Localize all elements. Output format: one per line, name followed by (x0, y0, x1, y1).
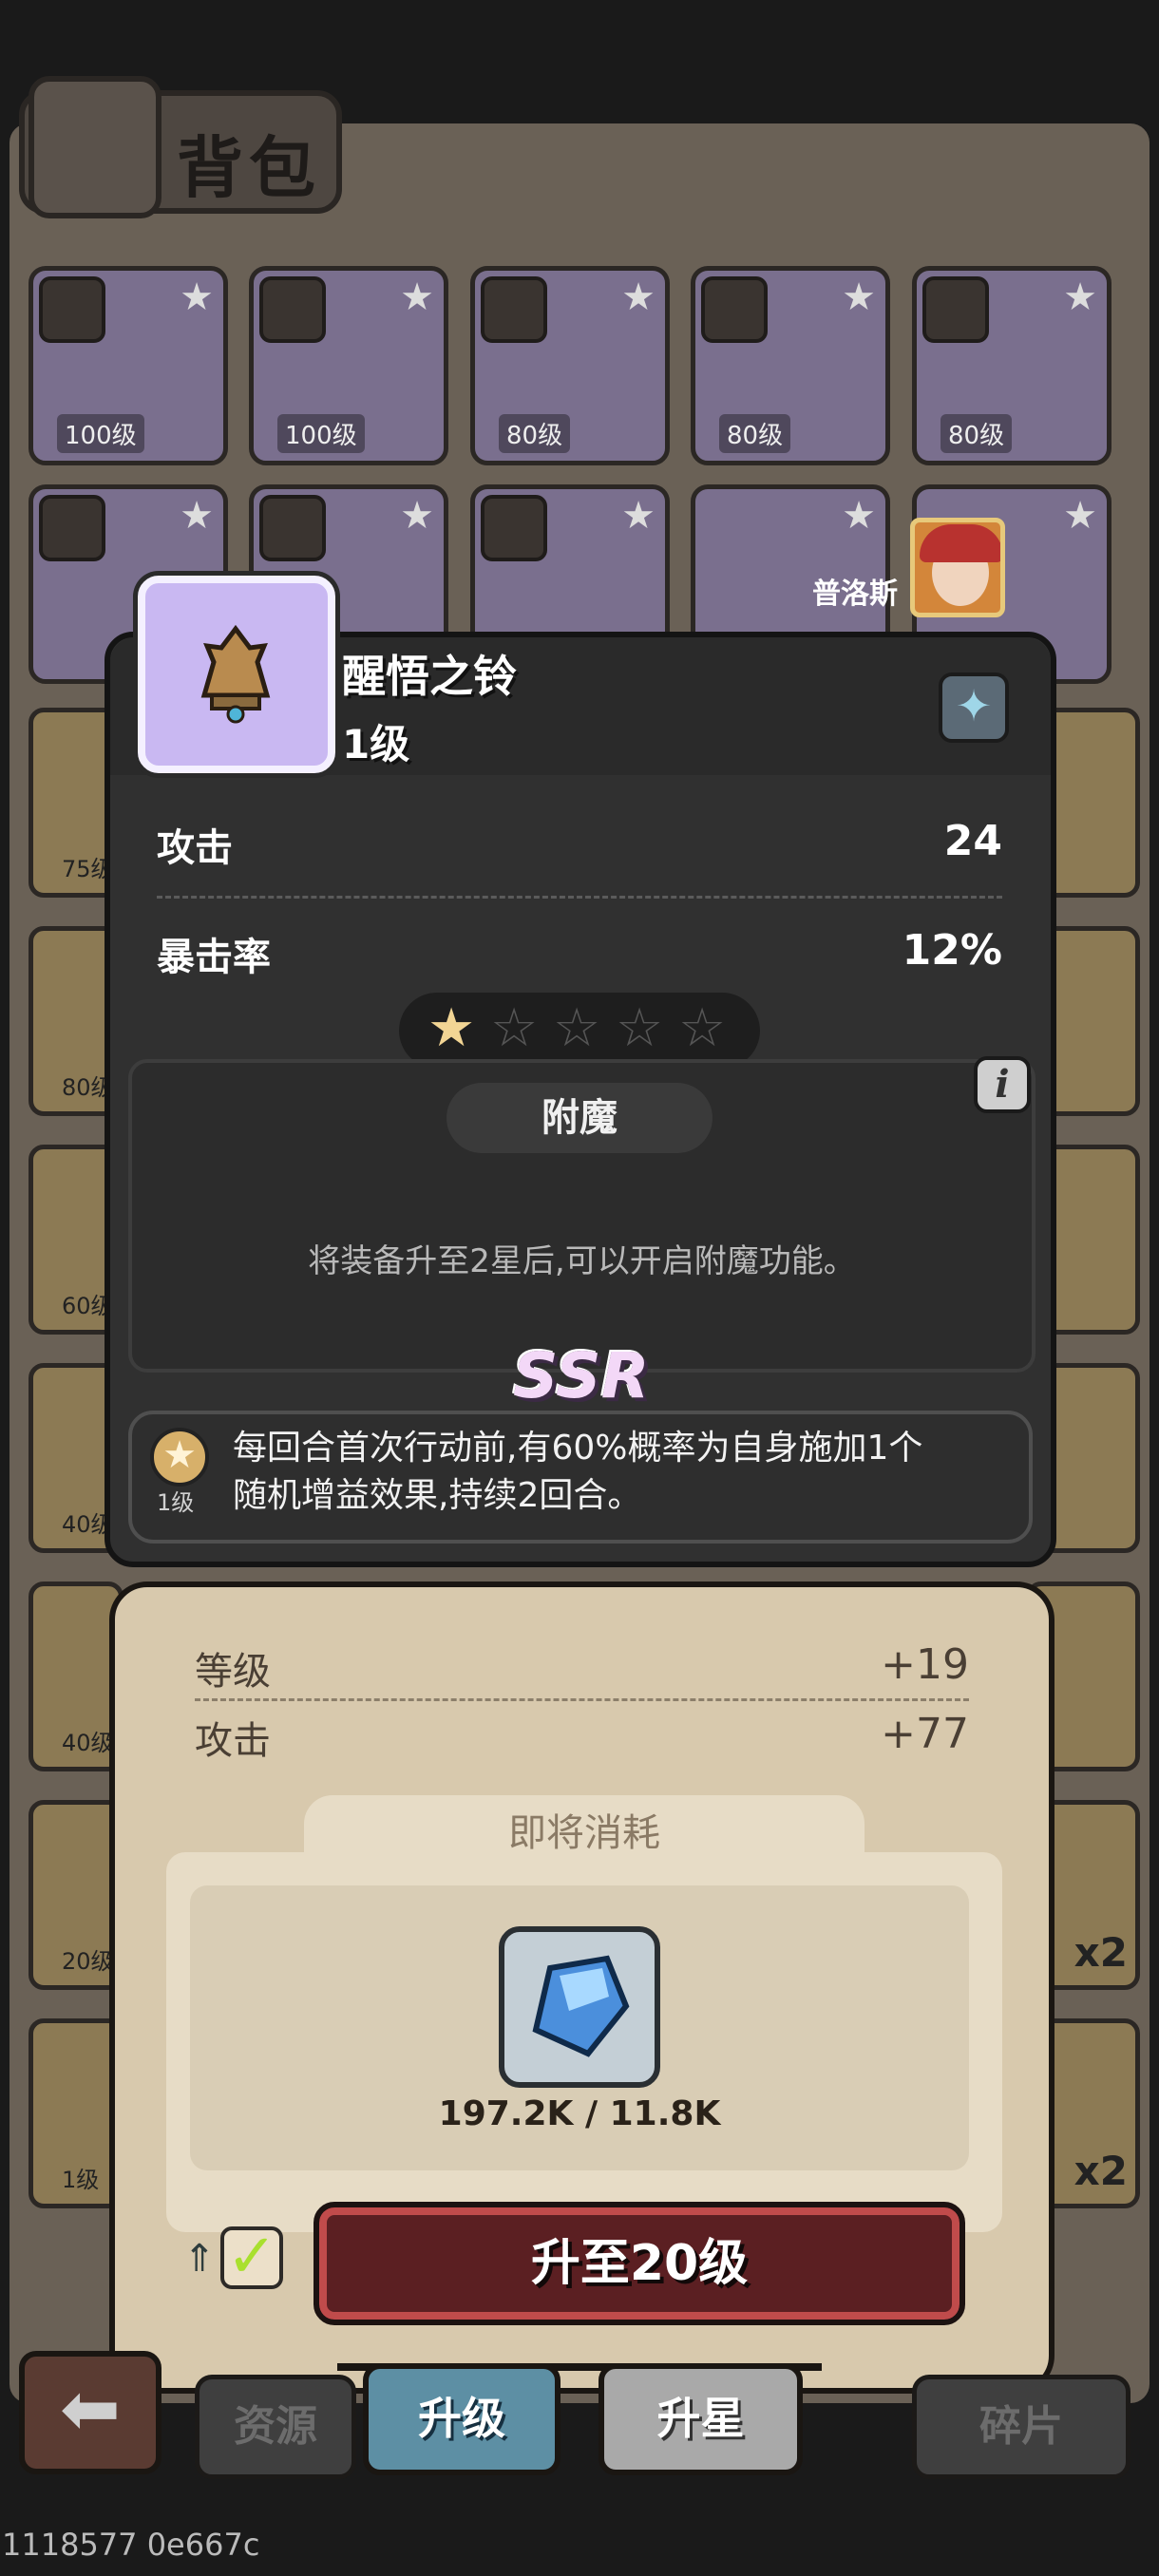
hero-mini-avatar (481, 276, 547, 343)
star-icon: ★ (621, 494, 656, 538)
star-empty-icon: ☆ (616, 997, 664, 1059)
star-icon: ★ (400, 494, 434, 538)
tab-label: 升级 (418, 2393, 505, 2444)
skill-text-line: 随机增益效果,持续2回合。 (233, 1476, 642, 1515)
crystal-icon (532, 1955, 630, 2057)
skill-level: 1级 (157, 1489, 195, 1516)
slot-level: 100级 (277, 414, 365, 453)
slot-level: 100级 (57, 414, 144, 453)
star-icon: ★ (842, 494, 876, 538)
hero-mini-avatar (259, 276, 326, 343)
info-button[interactable]: i (974, 1056, 1031, 1113)
stat-value: 24 (943, 817, 1002, 865)
stat-label: 暴击率 (157, 936, 271, 979)
stat-divider (157, 896, 1002, 899)
hero-mini-avatar (259, 495, 326, 561)
upgrade-value: +19 (881, 1640, 969, 1689)
star-icon: ★ (180, 275, 214, 319)
hero-avatar[interactable] (910, 518, 1005, 617)
item-count-badge: x2 (1074, 2148, 1128, 2194)
item-level: 1级 (342, 721, 410, 767)
auto-select-checkbox[interactable]: ✓ (220, 2226, 283, 2289)
star-icon: ★ (1063, 494, 1097, 538)
star-rating: ★ ☆ ☆ ☆ ☆ (399, 993, 760, 1069)
item-name: 醒悟之铃 (342, 651, 517, 702)
star-icon: ★ (400, 275, 434, 319)
stat-row-crit: 暴击率 12% (157, 926, 1002, 983)
tab-fragments[interactable]: 碎片 (912, 2375, 1130, 2479)
inventory-slot[interactable]: ★ 80级 (691, 266, 890, 465)
back-arrow-icon[interactable] (19, 2351, 162, 2474)
consume-count: 197.2K / 11.8K (438, 2094, 721, 2133)
enchant-title: 附魔 (446, 1083, 712, 1153)
element-icon[interactable] (939, 672, 1009, 743)
upgrade-row-attack: 攻击 +77 (195, 1710, 969, 1763)
star-empty-icon: ☆ (490, 997, 539, 1059)
star-icon: ★ (180, 494, 214, 538)
hero-mini-avatar (701, 276, 768, 343)
inventory-slot[interactable]: ★ 100级 (249, 266, 448, 465)
bell-item-icon (138, 576, 335, 773)
upgrade-button-label: 升至20级 (530, 2235, 749, 2292)
inventory-slot[interactable]: ★ 80级 (470, 266, 670, 465)
upgrade-row-level: 等级 +19 (195, 1640, 969, 1694)
inventory-slot[interactable]: ★ 100级 (28, 266, 228, 465)
slot-level: 80级 (499, 414, 571, 453)
bell-icon (200, 624, 271, 724)
skill-description: 每回合首次行动前,有60%概率为自身施加1个 随机增益效果,持续2回合。 (233, 1425, 1012, 1520)
skill-text-line: 每回合首次行动前,有60%概率为自身施加1个 (233, 1429, 923, 1468)
hero-mini-avatar (39, 495, 105, 561)
tab-resources[interactable]: 资源 (195, 2375, 356, 2479)
skill-star-icon: ★ (150, 1428, 209, 1487)
stat-label: 攻击 (157, 826, 233, 870)
hero-mini-avatar (39, 276, 105, 343)
star-empty-icon: ☆ (678, 997, 727, 1059)
backpack-icon (28, 76, 162, 218)
tab-star-up[interactable]: 升星 (598, 2363, 803, 2475)
bag-title: 背包 (177, 129, 321, 207)
tab-label: 升星 (656, 2393, 745, 2444)
slot-level: 20级 (62, 1948, 114, 1975)
upgrade-label: 等级 (195, 1650, 271, 1694)
double-chevron-up-icon[interactable]: ⇑ (183, 2237, 216, 2281)
star-filled-icon: ★ (428, 997, 476, 1059)
stat-row-attack: 攻击 24 (157, 817, 1002, 874)
inventory-slot[interactable]: ★ 80级 (912, 266, 1112, 465)
crystal-item-slot[interactable] (499, 1926, 660, 2088)
star-icon: ★ (842, 275, 876, 319)
upgrade-value: +77 (881, 1710, 969, 1758)
equipped-hero-name: 普洛斯 (812, 578, 898, 611)
tab-label: 资源 (234, 2402, 317, 2451)
upgrade-label: 攻击 (195, 1719, 271, 1763)
hero-mini-avatar (481, 495, 547, 561)
tab-upgrade[interactable]: 升级 (363, 2363, 560, 2475)
star-empty-icon: ☆ (553, 997, 601, 1059)
hero-mini-avatar (922, 276, 989, 343)
slot-level: 40级 (62, 1730, 114, 1756)
star-icon: ★ (1063, 275, 1097, 319)
upgrade-to-level-button[interactable]: 升至20级 (314, 2202, 965, 2325)
upgrade-divider (195, 1698, 969, 1701)
slot-level: 1级 (62, 2167, 100, 2193)
stat-value: 12% (902, 926, 1002, 975)
tab-label: 碎片 (979, 2402, 1063, 2451)
enchant-locked-text: 将装备升至2星后,可以开启附魔功能。 (308, 1242, 856, 1280)
slot-level: 80级 (719, 414, 791, 453)
star-icon: ★ (621, 275, 656, 319)
slot-level: 80级 (940, 414, 1013, 453)
item-count-badge: x2 (1074, 1929, 1128, 1976)
build-id-text: 1118577 0e667c (2, 2527, 260, 2563)
